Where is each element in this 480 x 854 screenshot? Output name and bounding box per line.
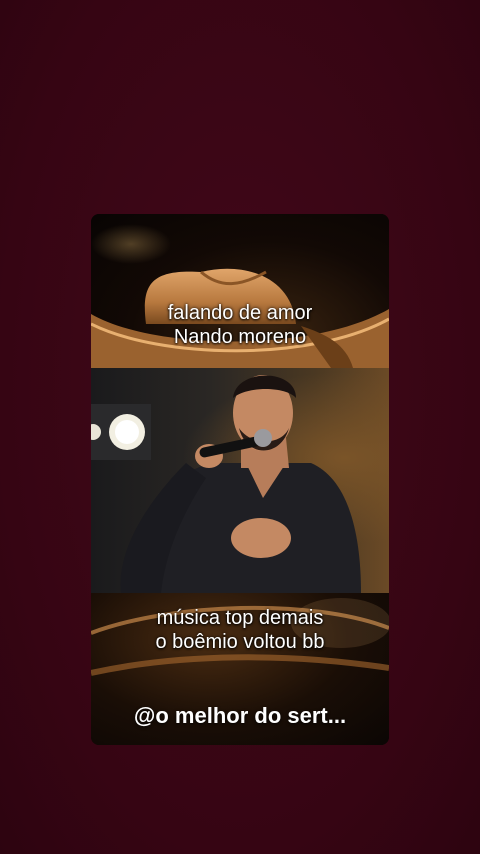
top-caption-line-2: Nando moreno <box>173 326 307 348</box>
middle-caption-line-1: música top demais <box>156 607 324 629</box>
top-caption: falando de amor Nando moreno <box>91 301 389 349</box>
middle-caption-line-2: o boêmio voltou bb <box>155 631 325 653</box>
top-caption-line-1: falando de amor <box>167 302 313 324</box>
story-screen: falando de amor Nando moreno música top … <box>0 0 480 854</box>
singer-image <box>91 375 361 593</box>
performer-photo <box>91 368 389 593</box>
account-handle[interactable]: @o melhor do sert... <box>91 702 389 730</box>
middle-caption: música top demais o boêmio voltou bb <box>91 606 389 654</box>
hat-backdrop: falando de amor Nando moreno <box>91 214 389 368</box>
video-card[interactable]: falando de amor Nando moreno música top … <box>91 214 389 745</box>
